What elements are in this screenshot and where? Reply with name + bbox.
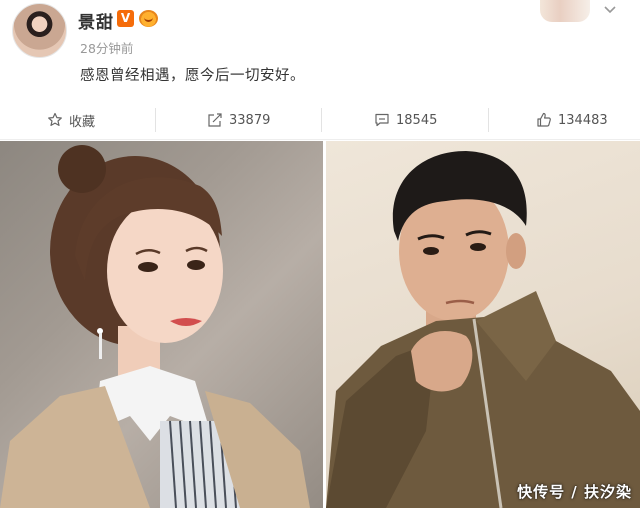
repost-icon bbox=[208, 113, 222, 127]
post-timestamp[interactable]: 28分钟前 bbox=[80, 38, 133, 57]
man-portrait bbox=[326, 151, 640, 508]
fan-badge-icon bbox=[139, 10, 158, 27]
avatar[interactable] bbox=[12, 3, 67, 58]
like-button[interactable]: 134483 bbox=[536, 100, 608, 140]
divider bbox=[488, 108, 489, 132]
comment-count: 18545 bbox=[396, 112, 438, 128]
divider bbox=[321, 108, 322, 132]
vip-badge-icon: V bbox=[117, 10, 134, 27]
like-count: 134483 bbox=[558, 112, 608, 128]
watermark: 快传号 / 扶汐染 bbox=[517, 483, 632, 501]
action-bar: 收藏 33879 18545 134483 bbox=[0, 100, 640, 140]
woman-portrait bbox=[0, 145, 310, 508]
photo-right[interactable]: 快传号 / 扶汐染 bbox=[326, 141, 640, 508]
photo-left[interactable] bbox=[0, 141, 323, 508]
username[interactable]: 景甜 bbox=[78, 8, 114, 33]
divider bbox=[155, 108, 156, 132]
comment-icon bbox=[375, 113, 389, 127]
repost-button[interactable]: 33879 bbox=[207, 100, 270, 140]
repost-count: 33879 bbox=[229, 112, 271, 128]
post-header: 景甜 V 28分钟前 感恩曾经相遇，愿今后一切安好。 bbox=[0, 0, 640, 100]
favorite-label: 收藏 bbox=[69, 114, 96, 130]
chevron-down-icon[interactable] bbox=[603, 3, 617, 17]
post-text: 感恩曾经相遇，愿今后一切安好。 bbox=[80, 68, 305, 84]
favorite-button[interactable]: 收藏 bbox=[47, 100, 95, 140]
like-icon bbox=[537, 112, 551, 127]
follower-avatar[interactable] bbox=[540, 0, 590, 22]
comment-button[interactable]: 18545 bbox=[374, 100, 437, 140]
star-icon bbox=[48, 112, 62, 126]
